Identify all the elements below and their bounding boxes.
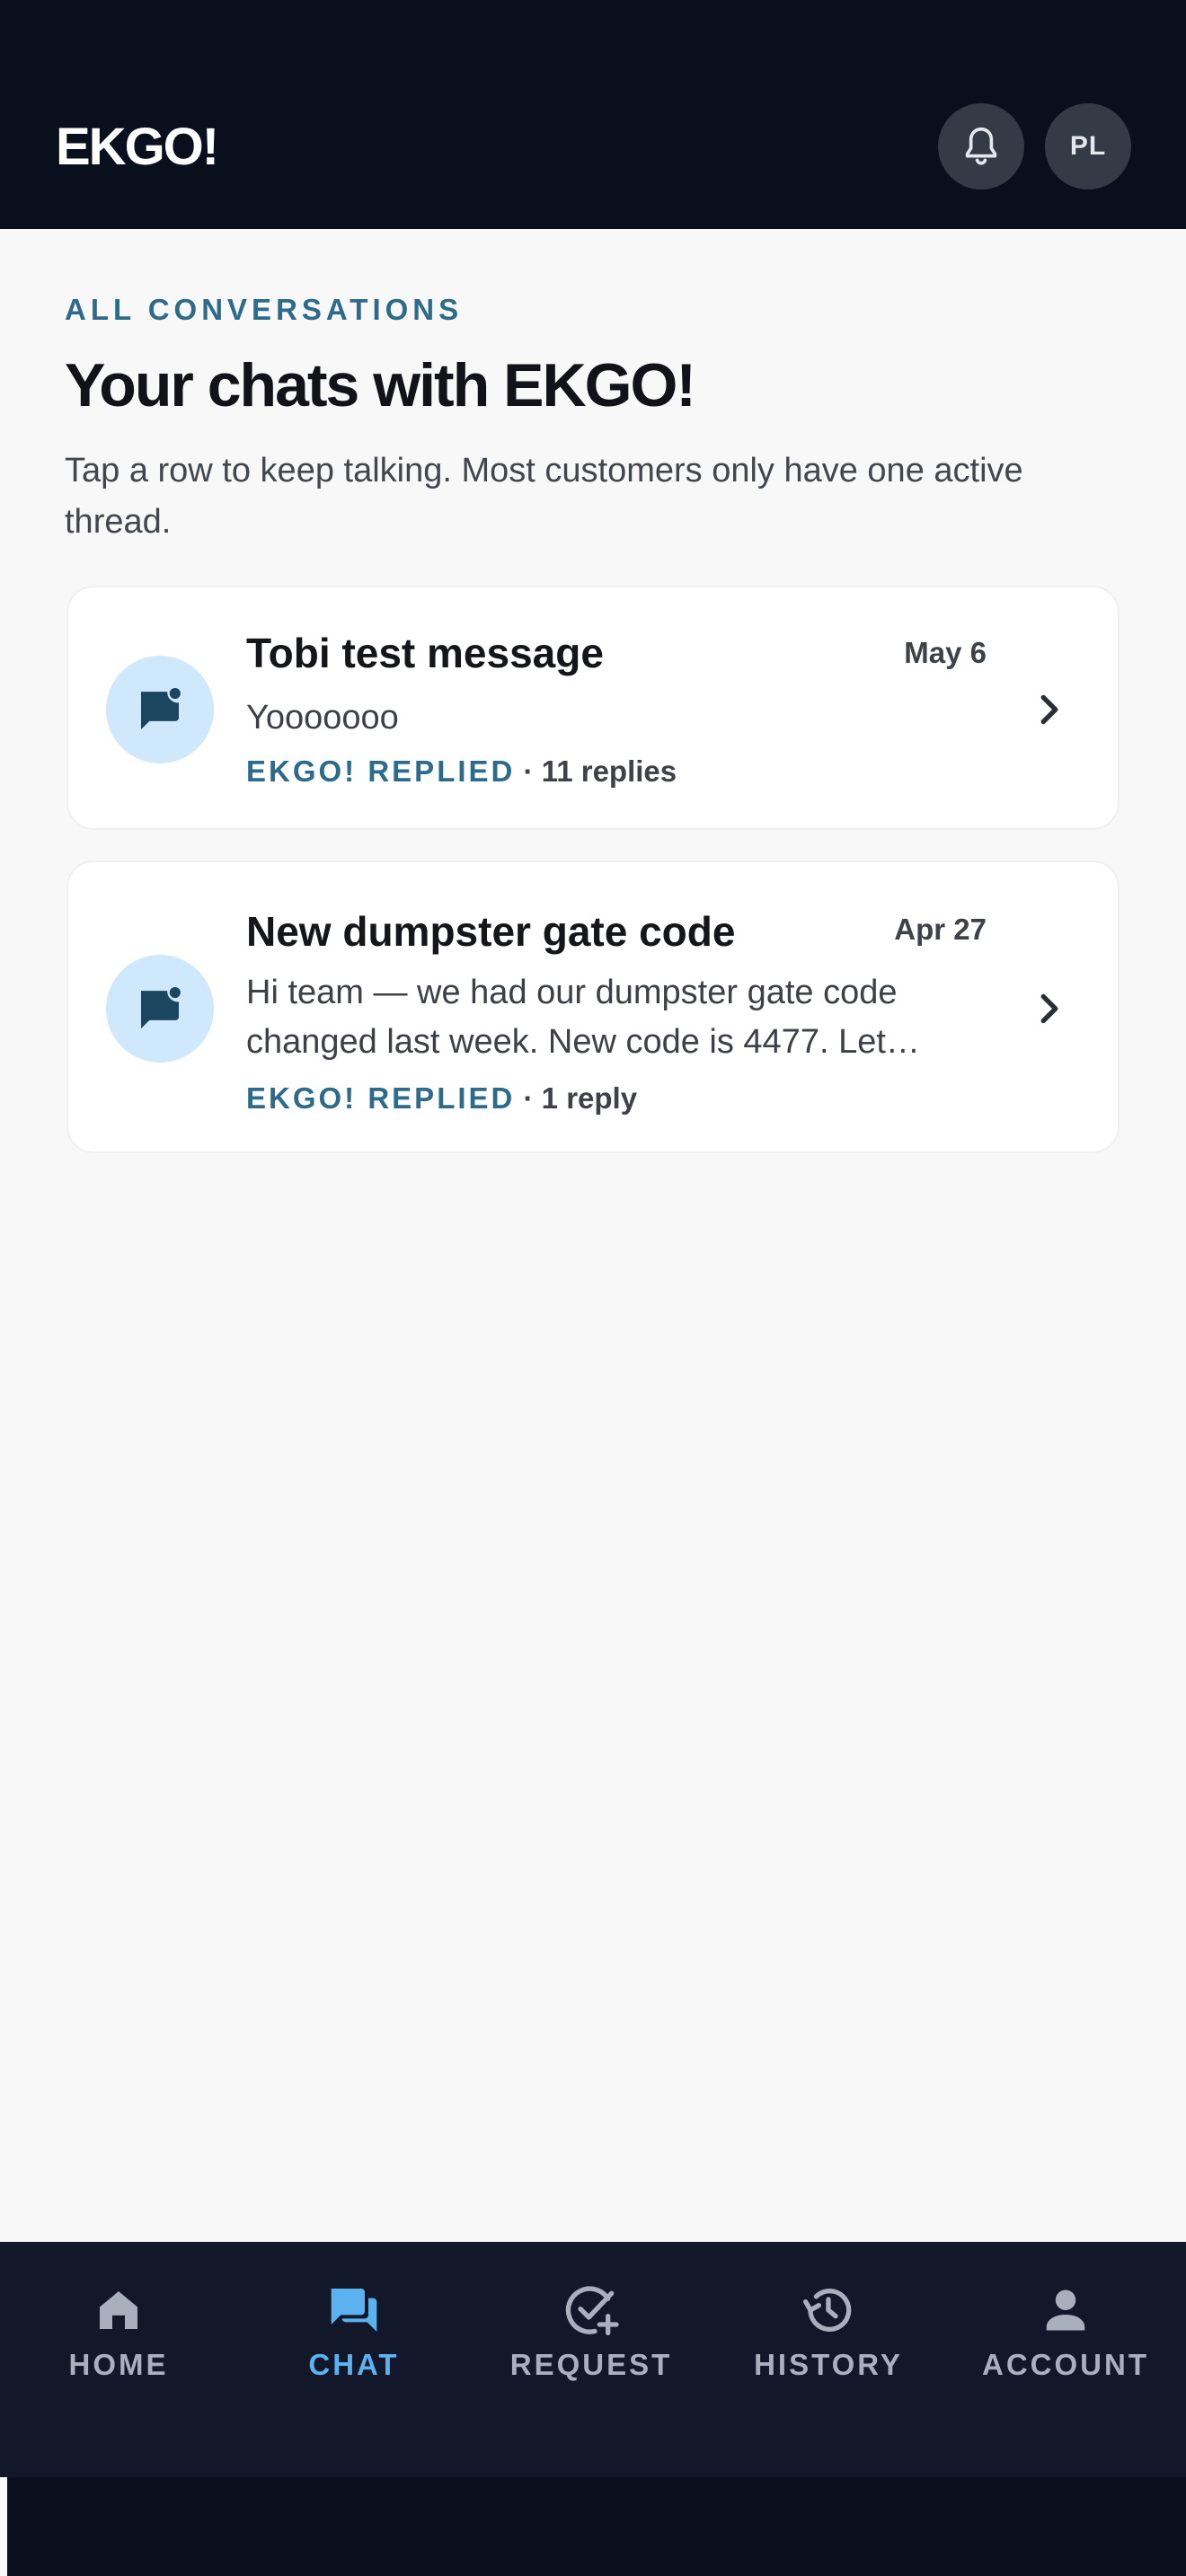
tab-chat[interactable]: CHAT [235, 2278, 473, 2395]
tab-request[interactable]: REQUEST [473, 2278, 710, 2395]
conversation-meta: EKGO! REPLIED · 11 replies [246, 754, 677, 789]
history-icon [796, 2278, 861, 2342]
conversation-preview: Yooooooo [246, 699, 399, 737]
chat-bubble-dot-icon [141, 687, 181, 730]
account-icon [1033, 2278, 1098, 2342]
conversation-meta: EKGO! REPLIED · 1 reply [246, 1081, 637, 1116]
tab-history[interactable]: HISTORY [710, 2278, 947, 2395]
bottom-tab-bar: HOME CHAT REQUEST HISTORY ACCOUNT [0, 2242, 1186, 2477]
tab-history-label: HISTORY [754, 2348, 903, 2381]
chat-list-screen: EKGO! PL ALL CONVERSATIONS Your chats wi… [0, 0, 1186, 2576]
home-indicator-area [7, 2477, 1186, 2576]
conversation-date: Apr 27 [894, 913, 987, 946]
chevron-right-icon [1031, 692, 1067, 728]
reply-count: · 11 replies [515, 754, 677, 788]
conversation-title: Tobi test message [246, 630, 604, 676]
reply-count: · 1 reply [515, 1081, 638, 1115]
tab-account[interactable]: ACCOUNT [947, 2278, 1184, 2395]
conversation-avatar [106, 955, 214, 1063]
tab-chat-label: CHAT [308, 2348, 400, 2381]
chevron-right-icon [1031, 991, 1067, 1027]
conversation-preview: Hi team — we had our dumpster gate code … [246, 974, 920, 1061]
page-title: Your chats with EKGO! [65, 351, 696, 419]
reply-status: EKGO! REPLIED [246, 1081, 516, 1115]
conversation-title: New dumpster gate code [246, 908, 736, 955]
notifications-button[interactable] [938, 103, 1024, 190]
tab-home-label: HOME [68, 2348, 169, 2381]
page-subtitle: Tap a row to keep talking. Most customer… [65, 452, 1023, 541]
profile-avatar-button[interactable]: PL [1045, 103, 1131, 190]
conversation-row[interactable]: New dumpster gate code Apr 27 Hi team — … [66, 860, 1120, 1153]
conversation-avatar [106, 656, 214, 763]
section-eyebrow: ALL CONVERSATIONS [65, 293, 464, 326]
reply-status: EKGO! REPLIED [246, 754, 516, 788]
home-icon [86, 2278, 151, 2342]
chat-bubble-dot-icon [141, 986, 181, 1029]
tab-account-label: ACCOUNT [982, 2348, 1149, 2381]
tab-home[interactable]: HOME [0, 2278, 237, 2395]
app-header: EKGO! PL [0, 0, 1186, 229]
brand-logo: EKGO! [56, 118, 219, 176]
request-check-icon [559, 2278, 624, 2342]
chat-icon [322, 2278, 386, 2342]
conversation-date: May 6 [904, 636, 987, 669]
bell-icon [965, 127, 997, 165]
tab-request-label: REQUEST [509, 2348, 673, 2381]
conversation-row[interactable]: Tobi test message May 6 Yooooooo EKGO! R… [66, 586, 1120, 830]
